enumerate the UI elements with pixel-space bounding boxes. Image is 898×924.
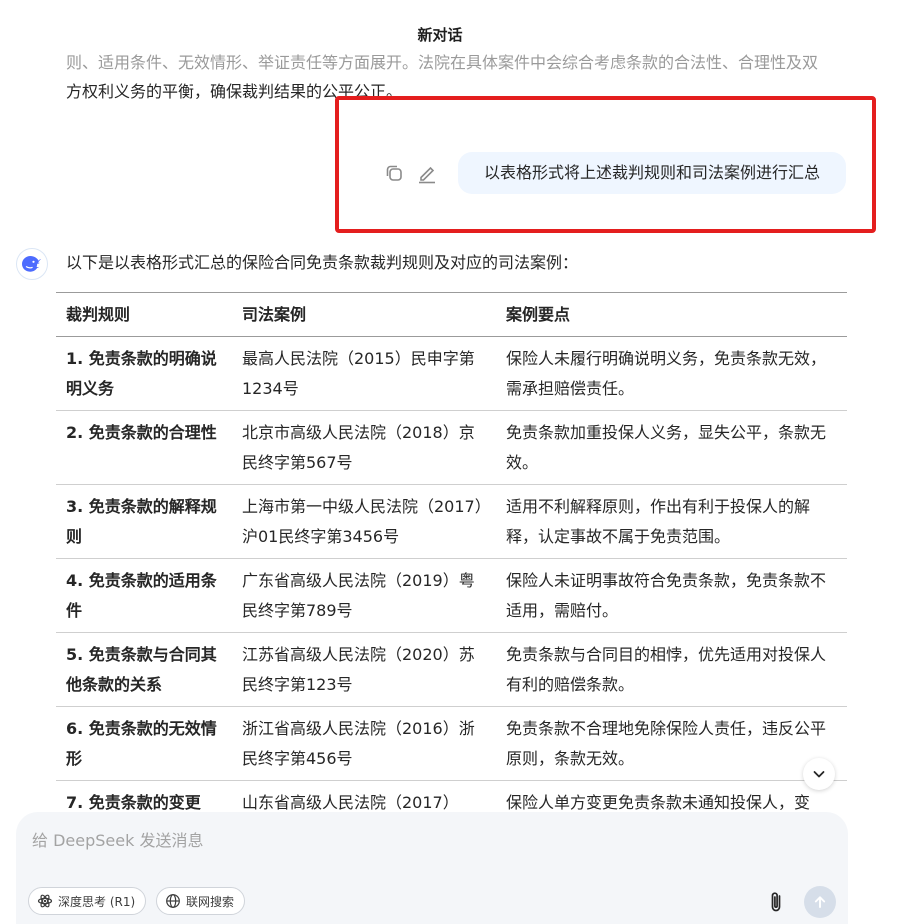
table-row: 7. 免责条款的变更 山东省高级人民法院（2017） 保险人单方变更免责条款未通…	[56, 781, 847, 815]
points-cell: 免责条款不合理地免除保险人责任，违反公平原则，条款无效。	[506, 719, 827, 768]
rule-cell: 6. 免责条款的无效情形	[66, 719, 217, 768]
table-row: 4. 免责条款的适用条件 广东省高级人民法院（2019）粤民终字第789号 保险…	[56, 559, 847, 633]
assistant-intro-text: 以下是以表格形式汇总的保险合同免责条款裁判规则及对应的司法案例：	[66, 253, 579, 272]
table-row: 2. 免责条款的合理性 北京市高级人民法院（2018）京民终字第567号 免责条…	[56, 411, 847, 485]
scroll-to-bottom-button[interactable]	[803, 758, 835, 790]
arrow-up-icon	[814, 896, 826, 908]
case-cell: 江苏省高级人民法院（2020）苏民终字第123号	[242, 645, 475, 694]
user-message-bubble: 以表格形式将上述裁判规则和司法案例进行汇总	[458, 152, 846, 194]
case-cell: 上海市第一中级人民法院（2017）沪01民终字第3456号	[242, 497, 483, 546]
previous-answer-line-1: 则、适用条件、无效情形、举证责任等方面展开。法院在具体案件中会综合考虑条款的合法…	[66, 53, 819, 72]
column-header-points: 案例要点	[506, 305, 571, 324]
rule-cell: 5. 免责条款与合同其他条款的关系	[66, 645, 217, 694]
table-row: 5. 免责条款与合同其他条款的关系 江苏省高级人民法院（2020）苏民终字第12…	[56, 633, 847, 707]
message-composer: 深度思考 (R1) 联网搜索	[16, 812, 848, 924]
table-row: 1. 免责条款的明确说明义务 最高人民法院（2015）民申字第1234号 保险人…	[56, 337, 847, 411]
conversation-title: 新对话	[417, 26, 463, 44]
rule-cell: 3. 免责条款的解释规则	[66, 497, 217, 546]
chevron-down-icon	[813, 771, 825, 778]
rule-cell: 4. 免责条款的适用条件	[66, 571, 217, 620]
deep-think-label: 深度思考 (R1)	[58, 894, 136, 909]
case-cell: 山东省高级人民法院（2017）	[242, 793, 459, 812]
points-cell: 适用不利解释原则，作出有利于投保人的解释，认定事故不属于免责范围。	[506, 497, 811, 546]
summary-table: 裁判规则 司法案例 案例要点 1. 免责条款的明确说明义务 最高人民法院（201…	[56, 292, 847, 814]
points-cell: 免责条款加重投保人义务，显失公平，条款无效。	[506, 423, 827, 472]
copy-icon[interactable]	[383, 162, 405, 184]
points-cell: 保险人未证明事故符合免责条款，免责条款不适用，需赔付。	[506, 571, 827, 620]
web-search-label: 联网搜索	[186, 894, 235, 909]
edit-icon[interactable]	[416, 162, 438, 184]
deepseek-whale-icon	[16, 248, 48, 280]
rule-cell: 1. 免责条款的明确说明义务	[66, 349, 217, 398]
case-cell: 广东省高级人民法院（2019）粤民终字第789号	[242, 571, 475, 620]
globe-icon	[166, 894, 180, 908]
table-header-row: 裁判规则 司法案例 案例要点	[56, 292, 847, 337]
table-row: 6. 免责条款的无效情形 浙江省高级人民法院（2016）浙民终字第456号 免责…	[56, 707, 847, 781]
previous-answer-line-2: 方权利义务的平衡，确保裁判结果的公平公正。	[66, 82, 403, 101]
column-header-rule: 裁判规则	[66, 305, 131, 324]
summary-table-container: 裁判规则 司法案例 案例要点 1. 免责条款的明确说明义务 最高人民法院（201…	[56, 292, 848, 814]
web-search-toggle[interactable]: 联网搜索	[156, 887, 246, 915]
rule-cell: 2. 免责条款的合理性	[66, 423, 217, 442]
case-cell: 北京市高级人民法院（2018）京民终字第567号	[242, 423, 475, 472]
rule-cell: 7. 免责条款的变更	[66, 793, 201, 812]
send-button[interactable]	[804, 886, 836, 918]
case-cell: 最高人民法院（2015）民申字第1234号	[242, 349, 475, 398]
deep-think-toggle[interactable]: 深度思考 (R1)	[28, 887, 147, 915]
table-row: 3. 免责条款的解释规则 上海市第一中级人民法院（2017）沪01民终字第345…	[56, 485, 847, 559]
attach-file-button[interactable]	[764, 888, 788, 916]
points-cell: 免责条款与合同目的相悖，优先适用对投保人有利的赔偿条款。	[506, 645, 827, 694]
paperclip-icon	[771, 892, 781, 912]
case-cell: 浙江省高级人民法院（2016）浙民终字第456号	[242, 719, 475, 768]
points-cell: 保险人单方变更免责条款未通知投保人，变	[506, 793, 811, 812]
column-header-case: 司法案例	[242, 305, 307, 324]
atom-icon	[37, 894, 53, 908]
points-cell: 保险人未履行明确说明义务，免责条款无效，需承担赔偿责任。	[506, 349, 827, 398]
previous-answer-tail: 则、适用条件、无效情形、举证责任等方面展开。法院在具体案件中会综合考虑条款的合法…	[66, 48, 856, 106]
message-input[interactable]	[30, 824, 814, 856]
